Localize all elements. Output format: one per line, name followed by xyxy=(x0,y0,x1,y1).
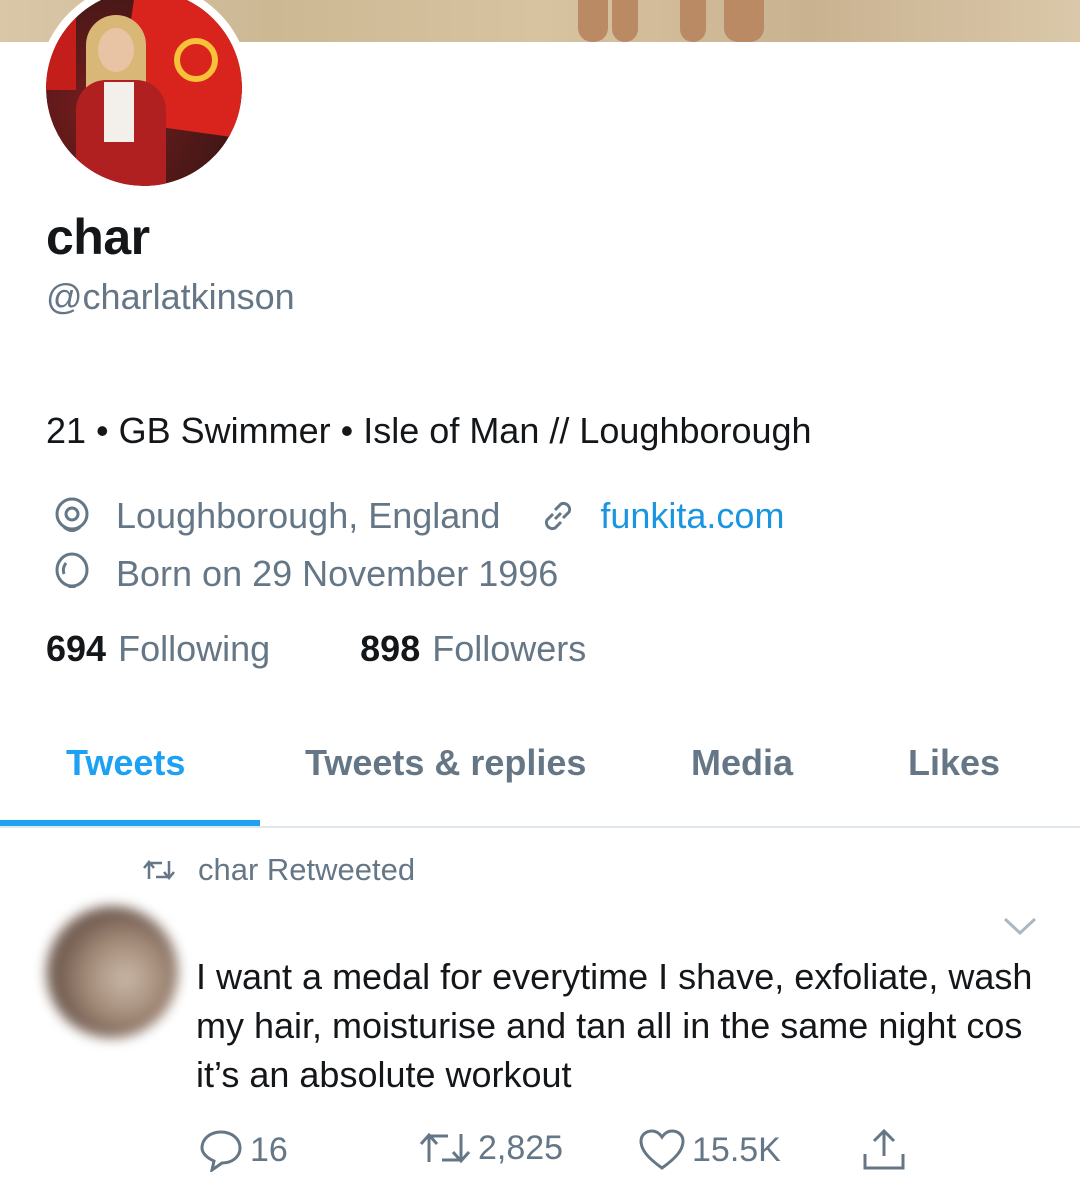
location-pin-icon xyxy=(50,494,94,538)
profile-meta-row-2: Born on 29 November 1996 xyxy=(50,552,558,596)
retweet-context-label: char Retweeted xyxy=(198,852,416,887)
balloon-icon xyxy=(50,552,94,596)
retweet-button[interactable]: 2,825 xyxy=(418,1128,563,1168)
profile-name: char xyxy=(46,209,150,265)
following-count: 694 xyxy=(46,628,107,669)
profile-bio: 21 • GB Swimmer • Isle of Man // Loughbo… xyxy=(46,410,812,451)
following-label: Following xyxy=(118,628,271,669)
profile-tabs: Tweets Tweets & replies Media Likes xyxy=(0,720,1080,828)
reply-icon xyxy=(198,1128,244,1172)
profile-meta-row-1: Loughborough, England funkita.com xyxy=(50,494,784,538)
retweet-icon xyxy=(418,1128,472,1168)
profile-website-link[interactable]: funkita.com xyxy=(600,495,784,537)
retweet-icon xyxy=(142,857,176,883)
reply-button[interactable]: 16 xyxy=(198,1128,288,1172)
profile-location: Loughborough, England xyxy=(116,495,501,536)
like-count: 15.5K xyxy=(692,1130,781,1169)
active-tab-indicator xyxy=(0,820,260,826)
tab-tweets-replies[interactable]: Tweets & replies xyxy=(305,742,586,784)
chevron-down-icon[interactable] xyxy=(1002,914,1038,943)
like-button[interactable]: 15.5K xyxy=(638,1128,781,1172)
reply-count: 16 xyxy=(250,1130,288,1169)
retweet-context[interactable]: char Retweeted xyxy=(142,852,415,888)
tweet-author-avatar[interactable] xyxy=(46,906,178,1038)
followers-stat[interactable]: 898 Followers xyxy=(360,628,586,670)
followers-label: Followers xyxy=(432,628,587,669)
followers-count: 898 xyxy=(360,628,421,669)
share-icon xyxy=(860,1128,908,1172)
tab-tweets[interactable]: Tweets xyxy=(66,742,185,784)
link-icon xyxy=(536,494,580,538)
tab-likes[interactable]: Likes xyxy=(908,742,1000,784)
tweet-text: I want a medal for everytime I shave, ex… xyxy=(196,956,1033,1095)
tab-media[interactable]: Media xyxy=(691,742,793,784)
following-stat[interactable]: 694 Following xyxy=(46,628,270,670)
retweet-count: 2,825 xyxy=(478,1128,564,1167)
share-button[interactable] xyxy=(860,1128,914,1172)
profile-handle: @charlatkinson xyxy=(46,276,295,317)
profile-stats: 694 Following 898 Followers xyxy=(46,628,586,670)
like-icon xyxy=(638,1128,686,1172)
profile-avatar[interactable] xyxy=(38,0,250,194)
profile-birthday: Born on 29 November 1996 xyxy=(116,553,559,594)
